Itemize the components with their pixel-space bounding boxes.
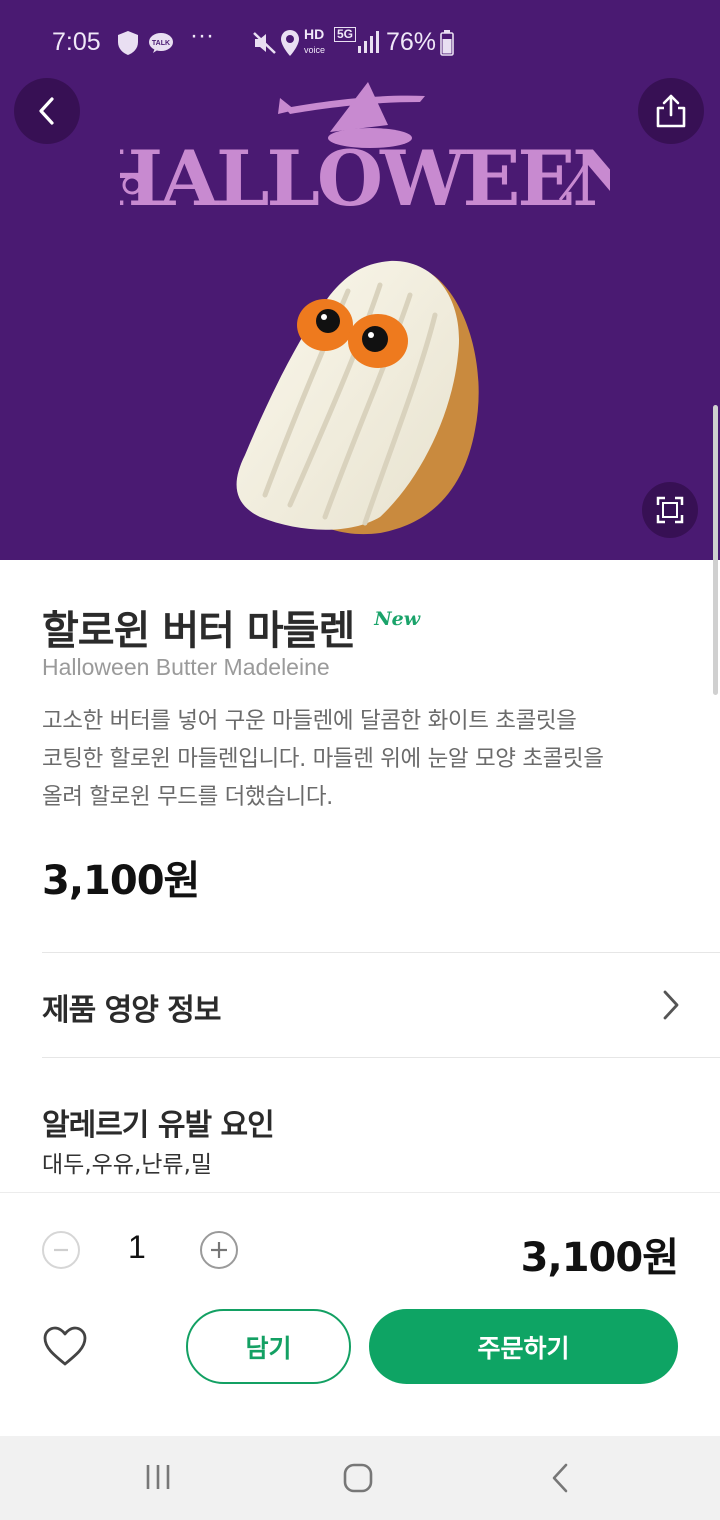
description-line: 고소한 버터를 넣어 구운 마들렌에 달콤한 화이트 초콜릿을 bbox=[42, 708, 577, 734]
fullscreen-icon bbox=[656, 496, 684, 524]
nutrition-info-label: 제품 영양 정보 bbox=[42, 993, 221, 1028]
madeleine-image bbox=[236, 260, 479, 535]
plus-icon bbox=[211, 1242, 227, 1258]
kakaotalk-icon: TALK bbox=[149, 33, 173, 53]
back-icon bbox=[39, 97, 54, 125]
halloween-banner: HALLOWEEN bbox=[120, 82, 610, 223]
allergy-value: 대두,우유,난류,밀 bbox=[42, 1152, 213, 1178]
home-icon[interactable] bbox=[342, 1462, 374, 1494]
hd-voice-label: HD voice bbox=[304, 26, 326, 55]
shield-icon bbox=[118, 31, 138, 55]
divider bbox=[42, 1057, 720, 1058]
recent-apps-icon[interactable] bbox=[144, 1462, 172, 1492]
add-to-cart-button[interactable]: 담기 bbox=[186, 1309, 351, 1384]
product-title-row: 할로윈 버터 마들렌 New bbox=[42, 598, 420, 656]
back-button[interactable] bbox=[14, 78, 80, 144]
svg-text:HALLOWEEN: HALLOWEEN bbox=[120, 134, 610, 223]
decrease-quantity-button[interactable] bbox=[42, 1231, 80, 1269]
product-name: 할로윈 버터 마들렌 bbox=[42, 608, 355, 654]
chevron-right-icon[interactable] bbox=[656, 988, 684, 1022]
fullscreen-button[interactable] bbox=[642, 482, 698, 538]
product-hero-image: 7:05 TALK ··· HD voice 5G 76% HALLOWEEN bbox=[0, 0, 720, 560]
share-button[interactable] bbox=[638, 78, 704, 144]
order-button[interactable]: 주문하기 bbox=[369, 1309, 678, 1384]
total-price: 3,100원 bbox=[520, 1235, 679, 1281]
increase-quantity-button[interactable] bbox=[200, 1231, 238, 1269]
battery-percent: 76% bbox=[386, 28, 437, 56]
status-time: 7:05 bbox=[52, 28, 101, 56]
mute-icon bbox=[253, 32, 276, 54]
system-navigation-bar bbox=[0, 1436, 720, 1520]
allergy-title: 알레르기 유발 요인 bbox=[42, 1108, 275, 1143]
system-back-icon[interactable] bbox=[548, 1462, 572, 1494]
product-price: 3,100원 bbox=[42, 858, 200, 904]
status-bar: 7:05 TALK ··· HD voice 5G 76% bbox=[0, 22, 720, 62]
new-badge: New bbox=[374, 608, 421, 630]
share-icon bbox=[656, 94, 686, 128]
favorite-heart-icon[interactable] bbox=[42, 1325, 88, 1367]
description-line: 올려 할로윈 무드를 더했습니다. bbox=[42, 784, 333, 810]
minus-icon bbox=[54, 1248, 68, 1252]
battery-icon bbox=[440, 30, 454, 56]
quantity-value: 1 bbox=[128, 1229, 146, 1265]
description-line: 코팅한 할로윈 마들렌입니다. 마들렌 위에 눈알 모양 초콜릿을 bbox=[42, 746, 604, 772]
network-5g-label: 5G bbox=[334, 27, 357, 42]
signal-icon bbox=[358, 31, 379, 53]
scrollbar[interactable] bbox=[713, 405, 718, 695]
product-name-english: Halloween Butter Madeleine bbox=[42, 654, 330, 680]
location-icon bbox=[281, 30, 299, 56]
product-description: 고소한 버터를 넣어 구운 마들렌에 달콤한 화이트 초콜릿을 코팅한 할로윈 … bbox=[42, 702, 682, 816]
svg-text:TALK: TALK bbox=[152, 40, 170, 47]
more-notifications-icon: ··· bbox=[190, 22, 214, 49]
order-panel: 1 3,100원 담기 주문하기 bbox=[0, 1192, 720, 1436]
